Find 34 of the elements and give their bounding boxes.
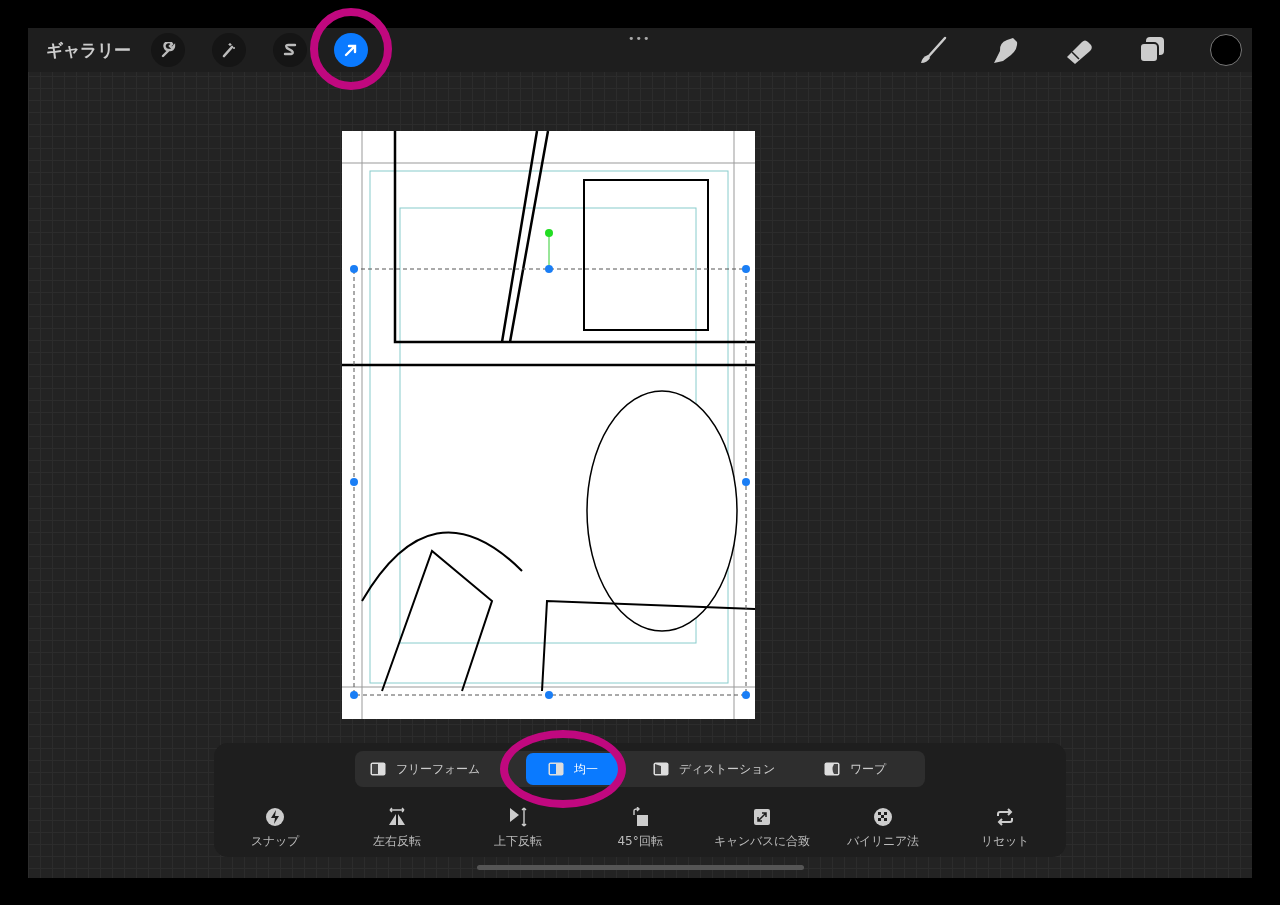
checker-icon [873, 807, 894, 827]
distort-icon [653, 762, 669, 776]
gallery-link[interactable]: ギャラリー [46, 38, 131, 62]
flip-vertical-icon [508, 807, 529, 827]
arrow-button[interactable] [334, 33, 368, 67]
wrench-button[interactable] [151, 33, 185, 67]
repeat-icon [995, 807, 1016, 827]
more-icon[interactable]: ••• [628, 32, 651, 45]
warp-icon [823, 762, 840, 776]
mode-tab[interactable]: ディストーション [643, 753, 785, 785]
brush-icon[interactable] [918, 35, 948, 65]
freeform-icon [370, 762, 387, 776]
action-button[interactable]: 左右反転 [335, 807, 458, 850]
lightning-icon [264, 807, 285, 827]
action-button[interactable]: キャンバスに合致 [700, 807, 823, 850]
action-button[interactable]: バイリニア法 [822, 807, 945, 850]
rotate-icon [630, 807, 650, 827]
flip-horizontal-icon [386, 807, 407, 827]
action-button[interactable]: 45°回転 [579, 807, 701, 850]
selection-button[interactable] [273, 33, 307, 67]
selection-icon [282, 42, 298, 58]
mode-tab[interactable]: 均一 [525, 753, 620, 785]
magic-wand-icon [221, 42, 237, 58]
action-button[interactable]: 上下反転 [457, 807, 580, 850]
arrow-icon [343, 42, 359, 58]
magic-wand-button[interactable] [212, 33, 246, 67]
fit-icon [751, 807, 772, 827]
color-swatch[interactable] [1210, 34, 1242, 66]
uniform-icon [547, 762, 564, 776]
action-button[interactable]: リセット [944, 807, 1067, 850]
wrench-icon [160, 42, 176, 58]
mode-tab[interactable]: フリーフォーム [355, 753, 496, 785]
action-button[interactable]: スナップ [214, 807, 336, 850]
mode-tab[interactable]: ワープ [784, 753, 925, 785]
